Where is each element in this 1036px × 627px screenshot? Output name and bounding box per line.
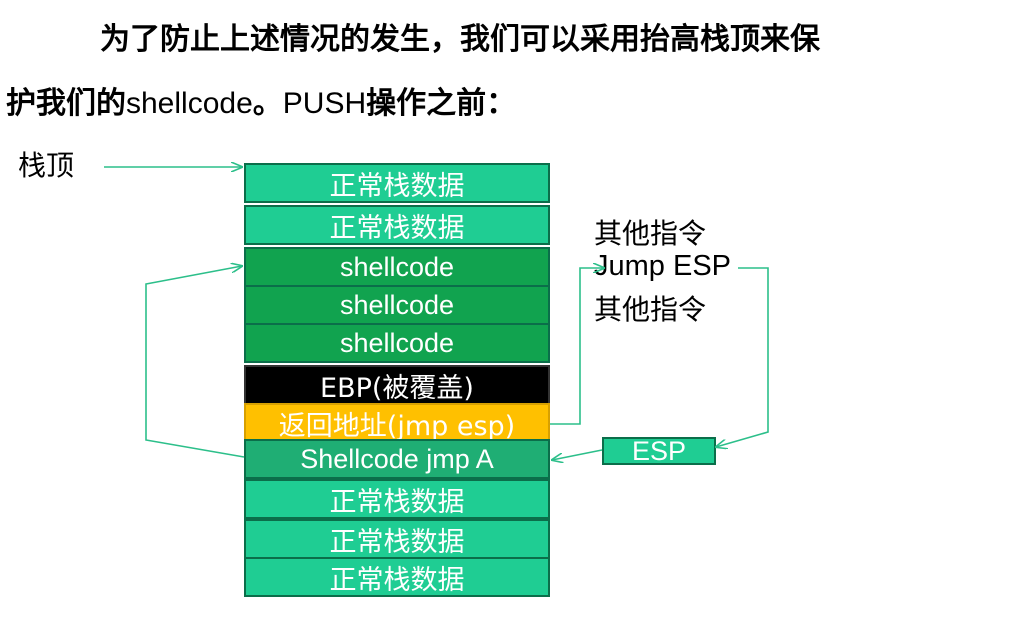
stack-cell-shellcode-jmp: Shellcode jmp A [244, 439, 550, 479]
esp-to-jmp-arrow [552, 449, 603, 460]
stack-cell-shellcode-3: shellcode [244, 323, 550, 363]
paragraph-line-2-b: shellcode [126, 87, 253, 120]
paragraph-line-2-c: 。 [252, 86, 283, 121]
other-instructions-label-1: 其他指令 [594, 217, 707, 250]
stack-cell-shellcode-2: shellcode [244, 285, 550, 325]
stack-cell-shellcode-1: shellcode [244, 247, 550, 287]
paragraph-line-2-e: 操作之前： [366, 86, 517, 121]
paragraph-line-1-text: 为了防止上述情况的发生，我们可以采用抬高栈顶来保 [100, 22, 820, 57]
jump-esp-to-esp-arrow [716, 267, 769, 447]
stack-top-label: 栈顶 [18, 149, 75, 182]
jump-esp-label: Jump ESP [594, 250, 731, 282]
jmp-back-to-shellcode-arrow [145, 266, 245, 458]
stack-cell-return-address: 返回地址(jmp esp) [244, 403, 550, 443]
esp-register-box: ESP [602, 435, 716, 466]
stack-cell-normal-4: 正常栈数据 [244, 519, 550, 559]
paragraph-line-1: 为了防止上述情况的发生，我们可以采用抬高栈顶来保 [100, 20, 1036, 60]
other-instructions-label-2: 其他指令 [594, 293, 707, 326]
paragraph-line-2-a: 护我们的 [6, 86, 126, 121]
esp-label: ESP [631, 435, 687, 466]
paragraph-line-2: 护我们的shellcode。PUSH操作之前： [6, 84, 1036, 124]
stack-cell-normal-5: 正常栈数据 [244, 557, 550, 597]
stack-cell-normal-3: 正常栈数据 [244, 479, 550, 519]
stack-cell-normal-2: 正常栈数据 [244, 205, 550, 245]
paragraph-line-2-d: PUSH [282, 87, 367, 120]
stack-cell-ebp: EBP(被覆盖) [244, 365, 550, 405]
stack-cell-normal-1: 正常栈数据 [244, 163, 550, 203]
